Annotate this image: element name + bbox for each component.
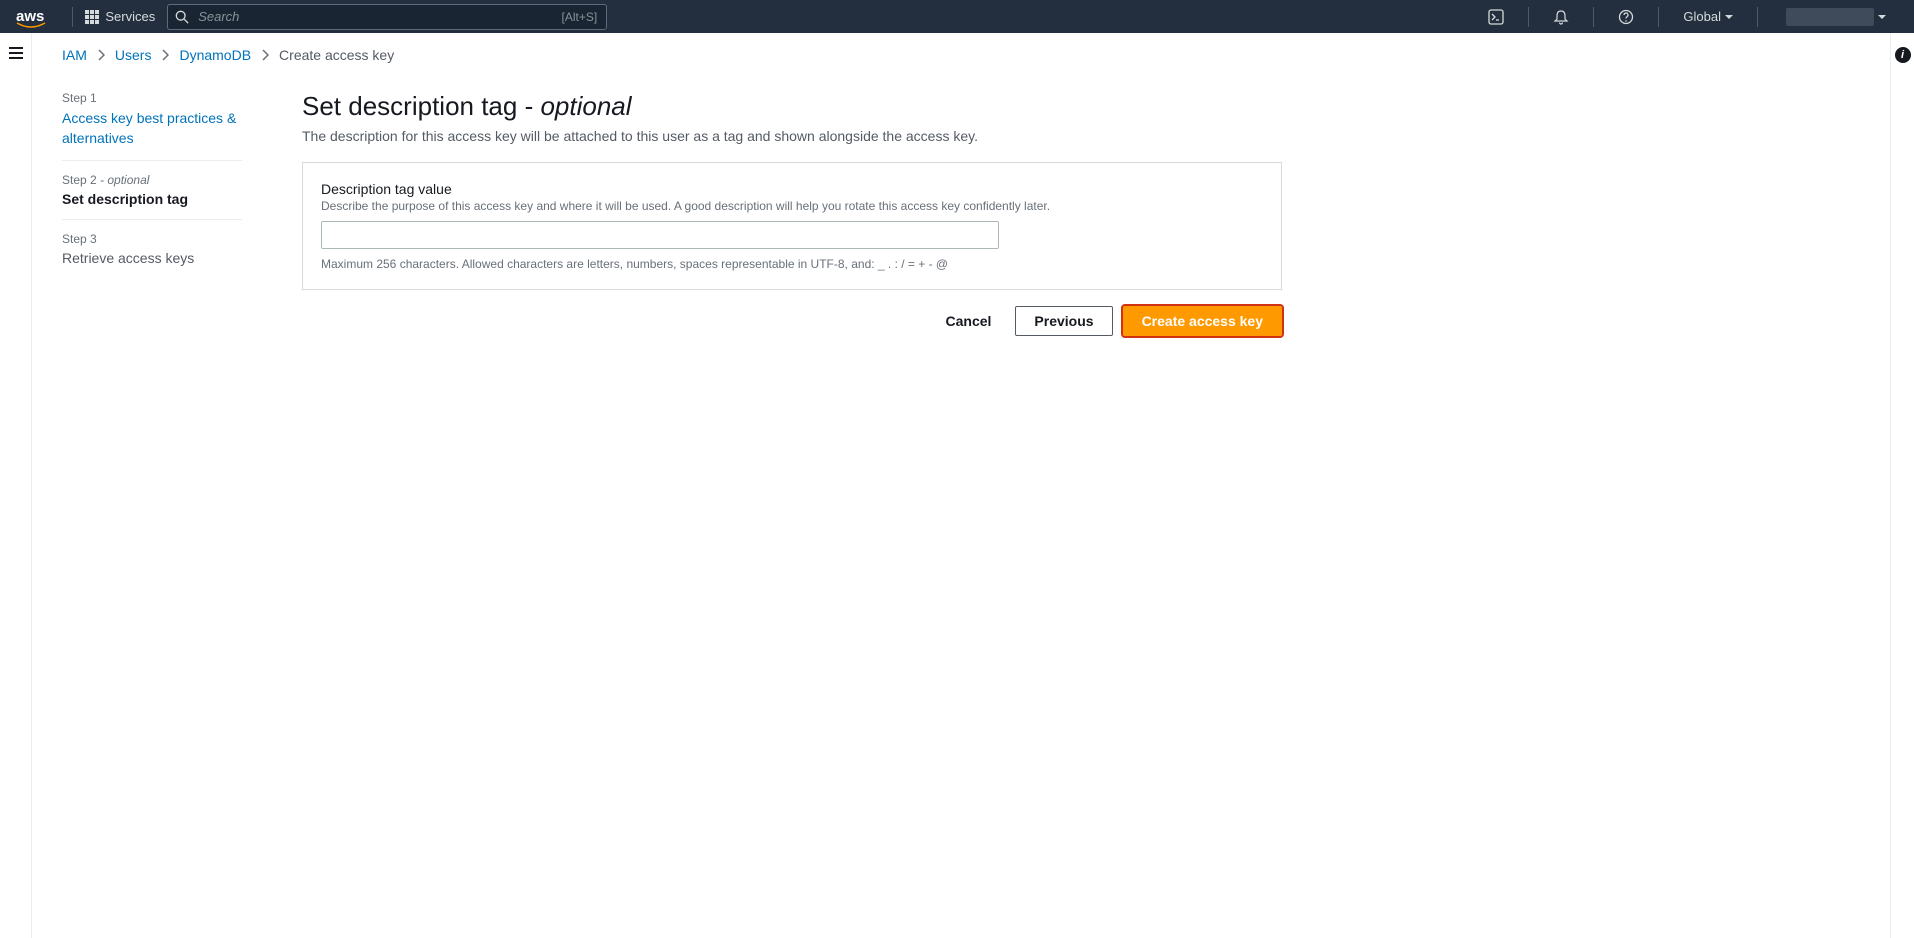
breadcrumb-link-iam[interactable]: IAM (62, 47, 87, 63)
nav-divider (1757, 7, 1758, 27)
page-description: The description for this access key will… (302, 128, 1282, 144)
region-selector[interactable]: Global (1671, 9, 1745, 24)
chevron-right-icon (261, 49, 269, 61)
page-title: Set description tag - optional (302, 91, 1282, 122)
shell: IAM Users DynamoDB Create access key Ste… (0, 33, 1914, 938)
field-label: Description tag value (321, 181, 1263, 197)
wizard-step-2[interactable]: Step 2 - optional Set description tag (62, 160, 242, 219)
nav-divider (1658, 7, 1659, 27)
aws-swoosh-icon (16, 21, 46, 29)
account-id-redacted (1786, 8, 1874, 26)
cloudshell-button[interactable] (1476, 0, 1516, 33)
grid-icon (85, 10, 99, 24)
search-icon (175, 10, 189, 24)
nav-divider (72, 7, 73, 27)
nav-divider (1593, 7, 1594, 27)
caret-down-icon (1725, 15, 1733, 19)
sidebar-toggle[interactable] (9, 47, 23, 59)
main-area: IAM Users DynamoDB Create access key Ste… (32, 33, 1890, 938)
account-menu[interactable] (1770, 8, 1898, 26)
notifications-button[interactable] (1541, 0, 1581, 33)
services-button[interactable]: Services (85, 9, 155, 24)
right-gutter: i (1890, 33, 1914, 938)
form-column: Set description tag - optional The descr… (302, 91, 1282, 336)
search-input[interactable] (167, 4, 607, 30)
breadcrumb-current: Create access key (279, 47, 394, 63)
search-shortcut-hint: [Alt+S] (562, 10, 598, 24)
wizard-step-title: Access key best practices & alternatives (62, 109, 242, 148)
aws-logo[interactable]: aws (16, 8, 56, 25)
create-access-key-button[interactable]: Create access key (1123, 306, 1282, 336)
form-panel: Description tag value Describe the purpo… (302, 162, 1282, 290)
field-hint: Describe the purpose of this access key … (321, 199, 1263, 213)
left-gutter (0, 33, 32, 938)
description-tag-input[interactable] (321, 221, 999, 249)
nav-divider (1528, 7, 1529, 27)
wizard-step-title: Retrieve access keys (62, 250, 242, 266)
help-icon (1618, 9, 1634, 25)
wizard-nav: Step 1 Access key best practices & alter… (62, 91, 242, 336)
info-panel-toggle[interactable]: i (1895, 47, 1911, 63)
wizard-step-label: Step 3 (62, 232, 242, 246)
cloudshell-icon (1488, 9, 1504, 25)
help-button[interactable] (1606, 0, 1646, 33)
wizard-step-label: Step 2 - optional (62, 173, 242, 187)
breadcrumb-link-users[interactable]: Users (115, 47, 152, 63)
wizard-step-3[interactable]: Step 3 Retrieve access keys (62, 219, 242, 278)
services-label: Services (105, 9, 155, 24)
cancel-button[interactable]: Cancel (932, 307, 1006, 335)
content: Step 1 Access key best practices & alter… (62, 91, 1860, 336)
info-icon: i (1901, 49, 1904, 61)
chevron-right-icon (97, 49, 105, 61)
search-wrap: [Alt+S] (167, 4, 607, 30)
breadcrumb-link-dynamodb[interactable]: DynamoDB (179, 47, 251, 63)
region-label: Global (1683, 9, 1721, 24)
breadcrumb: IAM Users DynamoDB Create access key (62, 47, 1860, 63)
previous-button[interactable]: Previous (1015, 306, 1112, 336)
caret-down-icon (1878, 15, 1886, 19)
top-nav-left: aws Services [Alt+S] (16, 4, 607, 30)
action-row: Cancel Previous Create access key (302, 306, 1282, 336)
field-constraint: Maximum 256 characters. Allowed characte… (321, 257, 1263, 271)
chevron-right-icon (161, 49, 169, 61)
top-nav: aws Services [Alt+S] Global (0, 0, 1914, 33)
bell-icon (1553, 9, 1569, 25)
wizard-step-title: Set description tag (62, 191, 242, 207)
wizard-step-1[interactable]: Step 1 Access key best practices & alter… (62, 91, 242, 160)
wizard-step-label: Step 1 (62, 91, 242, 105)
top-nav-right: Global (1476, 0, 1898, 33)
